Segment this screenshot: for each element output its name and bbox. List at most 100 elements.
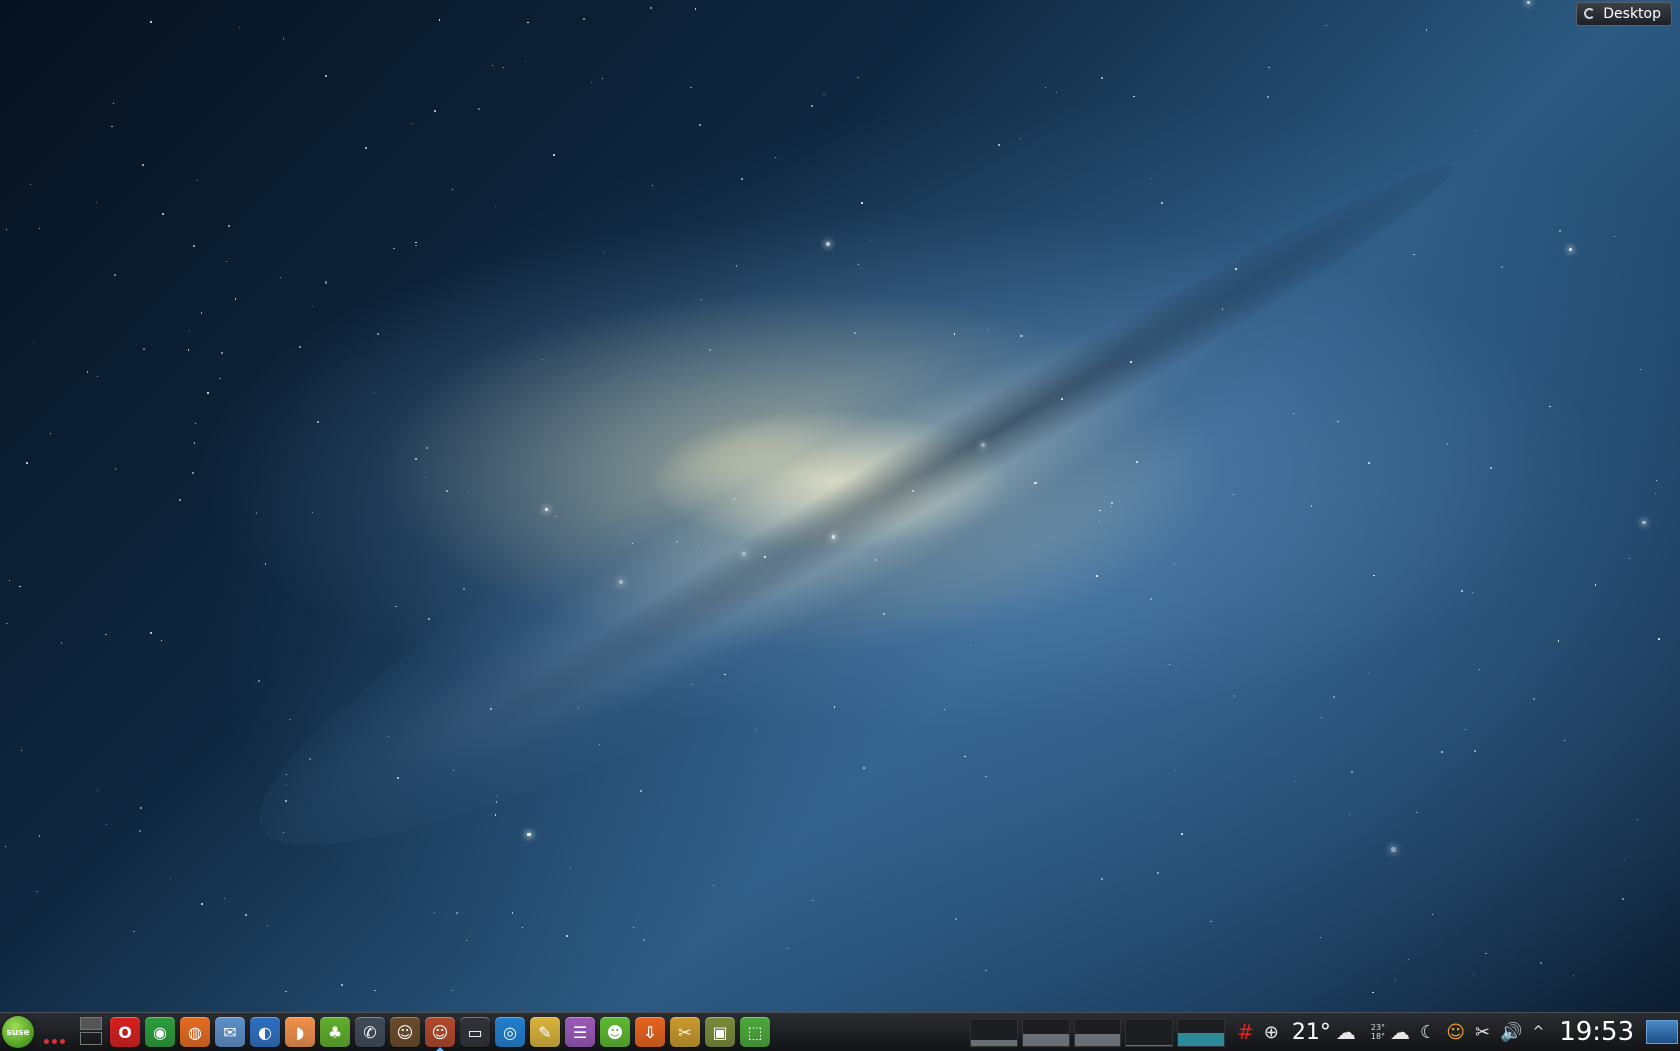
star — [1558, 229, 1561, 232]
cashew-icon — [1584, 8, 1596, 19]
launcher-qq-icon[interactable]: ☺ — [390, 1017, 420, 1047]
star — [410, 122, 412, 124]
monitor-swap-graph[interactable] — [1073, 1019, 1122, 1047]
star — [1568, 248, 1572, 252]
launcher-firefox-icon[interactable]: ◍ — [180, 1017, 210, 1047]
launcher-tools-icon[interactable]: ✂ — [670, 1017, 700, 1047]
star — [1639, 369, 1641, 371]
star — [397, 777, 399, 779]
launcher-terminal-icon[interactable]: ▭ — [460, 1017, 490, 1047]
launcher-evernote-icon[interactable]: ♣ — [320, 1017, 350, 1047]
monitor-net-graph[interactable] — [1177, 1019, 1225, 1047]
monitor-cpu-graph[interactable] — [970, 1019, 1018, 1047]
launcher-browser-icon[interactable]: ◐ — [250, 1017, 280, 1047]
star — [1150, 597, 1152, 600]
star — [1129, 361, 1132, 363]
launcher-notes-icon[interactable]: ☰ — [565, 1017, 595, 1047]
star — [1319, 936, 1322, 938]
launcher-opera-icon[interactable]: O — [110, 1017, 140, 1047]
star — [462, 588, 465, 591]
star — [1321, 716, 1323, 718]
star — [1490, 467, 1492, 470]
launcher-app-orange-icon[interactable]: ◗ — [285, 1017, 315, 1047]
star — [495, 801, 498, 803]
star — [1221, 308, 1223, 310]
star — [954, 918, 957, 921]
system-monitor-widget[interactable] — [970, 1019, 1225, 1047]
star — [312, 305, 313, 307]
virtual-desktop-pager[interactable] — [80, 1017, 104, 1047]
start-logo-text: suse — [6, 1028, 30, 1038]
launcher-screen-icon[interactable]: ▣ — [705, 1017, 735, 1047]
star — [997, 144, 1000, 147]
show-desktop-button[interactable] — [1646, 1020, 1679, 1044]
star — [377, 333, 379, 335]
star — [298, 345, 301, 348]
input-method-icon[interactable]: # — [1237, 1020, 1254, 1044]
add-widget-icon[interactable]: ⊕ — [1264, 1022, 1279, 1043]
volume-icon[interactable]: 🔊 — [1500, 1022, 1522, 1043]
star — [694, 8, 697, 10]
activity-manager-icon[interactable] — [44, 1029, 70, 1044]
star — [650, 7, 652, 9]
star — [192, 471, 195, 474]
star — [1348, 813, 1351, 815]
star — [426, 447, 428, 449]
weather-temperature[interactable]: 21° — [1292, 1020, 1331, 1045]
star — [1573, 974, 1574, 976]
monitor-disk-graph[interactable] — [1125, 1019, 1174, 1047]
star — [651, 184, 653, 186]
star — [19, 585, 21, 587]
pager-desktop-2[interactable] — [80, 1032, 102, 1045]
launcher-downloader-icon[interactable]: ⇩ — [635, 1017, 665, 1047]
star — [618, 579, 623, 584]
star — [1658, 638, 1660, 640]
qq-tray-icon[interactable]: ☺ — [1446, 1022, 1465, 1043]
launcher-qq-2-icon[interactable]: ☺ — [425, 1017, 455, 1051]
monitor-memory-graph[interactable] — [1021, 1019, 1070, 1047]
star — [446, 490, 448, 492]
star — [433, 110, 436, 112]
night-mode-icon[interactable]: ☾ — [1420, 1022, 1436, 1043]
star — [39, 227, 40, 229]
star — [495, 794, 497, 796]
weather-forecast[interactable]: 23° 18° — [1371, 1023, 1385, 1041]
star — [861, 202, 863, 204]
star — [1621, 897, 1624, 900]
star — [632, 927, 634, 929]
star — [285, 783, 287, 785]
launcher-app-blue-icon[interactable]: ◎ — [495, 1017, 525, 1047]
star — [201, 903, 203, 905]
star — [699, 124, 701, 126]
star — [95, 201, 98, 203]
desktop-toolbox-button[interactable]: Desktop — [1576, 2, 1672, 26]
star — [833, 706, 835, 708]
star — [193, 245, 195, 247]
star — [1432, 913, 1433, 915]
pager-desktop-1[interactable] — [80, 1017, 102, 1030]
star — [207, 392, 210, 394]
launcher-app-face-icon[interactable]: ☻ — [600, 1017, 630, 1047]
star — [764, 556, 766, 558]
star — [912, 490, 914, 492]
star — [724, 673, 726, 676]
launcher-chat-icon[interactable]: ✆ — [355, 1017, 385, 1047]
star — [555, 516, 557, 518]
launcher-text-editor-icon[interactable]: ✎ — [530, 1017, 560, 1047]
star — [1473, 973, 1475, 975]
star — [857, 76, 859, 79]
forecast-high: 23° — [1370, 1023, 1386, 1032]
digital-clock[interactable]: 19:53 — [1559, 1017, 1634, 1047]
star — [1095, 575, 1098, 578]
star — [143, 348, 146, 350]
launcher-chrome-icon[interactable]: ◉ — [145, 1017, 175, 1047]
start-menu-button[interactable]: suse — [2, 1016, 34, 1048]
launcher-archive-icon[interactable]: ⬚ — [740, 1017, 770, 1047]
launcher-mail-icon[interactable]: ✉ — [215, 1017, 245, 1047]
star — [1209, 920, 1212, 923]
desktop-toolbox-label: Desktop — [1603, 6, 1661, 22]
system-tray: # ⊕ 21° ☁ 23° 18° ☁ ☾ ☺ ✂ 🔊 ^ 19:53 — [1232, 1013, 1680, 1051]
tray-expand-icon[interactable]: ^ — [1532, 1024, 1544, 1040]
star — [149, 631, 153, 634]
scissors-icon[interactable]: ✂ — [1475, 1022, 1490, 1043]
